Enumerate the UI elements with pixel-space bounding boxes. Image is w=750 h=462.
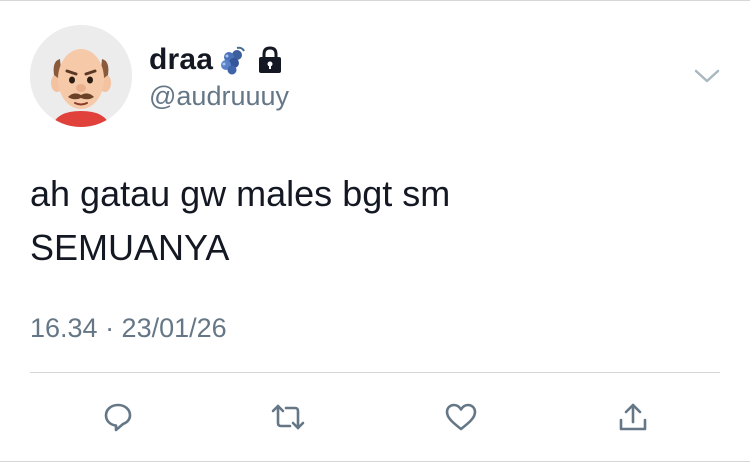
reply-icon xyxy=(104,403,132,432)
chevron-down-icon[interactable] xyxy=(694,65,720,87)
retweet-button[interactable] xyxy=(268,397,308,437)
like-button[interactable] xyxy=(441,397,481,437)
display-name[interactable]: draa xyxy=(149,43,213,77)
reply-button[interactable] xyxy=(98,397,138,437)
share-button[interactable] xyxy=(613,397,653,437)
timestamp[interactable]: 16.34 · 23/01/26 xyxy=(30,313,227,344)
lock-icon xyxy=(257,45,283,75)
like-icon xyxy=(445,403,477,431)
memoji-face-icon xyxy=(30,25,132,127)
tweet-text-line: SEMUANYA xyxy=(30,227,230,268)
tweet-card: draa @audruuuy ah gatau gw males bgt sm … xyxy=(0,0,750,462)
avatar[interactable] xyxy=(30,25,132,127)
share-icon xyxy=(619,403,647,431)
tweet-text: ah gatau gw males bgt sm SEMUANYA xyxy=(30,167,710,275)
name-row: draa xyxy=(149,41,283,79)
retweet-icon xyxy=(271,404,305,430)
tweet-text-line: ah gatau gw males bgt sm xyxy=(30,173,451,214)
user-handle[interactable]: @audruuuy xyxy=(149,81,289,112)
blue-grapes-emoji-icon xyxy=(217,45,247,75)
divider xyxy=(30,372,720,373)
